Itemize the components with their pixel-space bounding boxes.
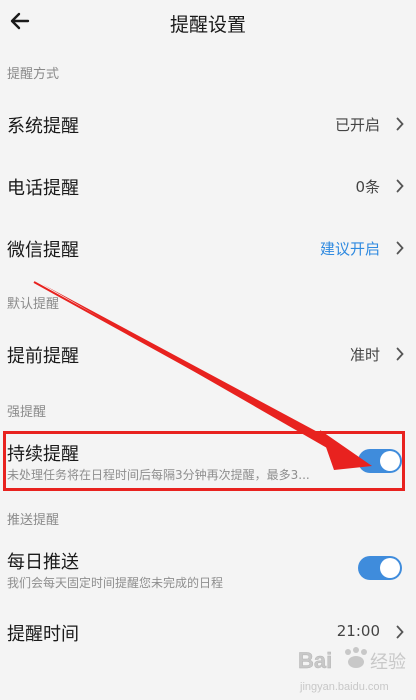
section-default-reminder: 默认提醒 xyxy=(7,297,60,312)
continuous-reminder-row: 持续提醒 未处理任务将在日程时间后每隔3分钟再次提醒，最多3... xyxy=(0,434,416,488)
advance-reminder-value: 准时 xyxy=(349,346,380,364)
page-title: 提醒设置 xyxy=(169,14,246,36)
advance-reminder-row[interactable]: 提前提醒 准时 xyxy=(0,324,416,384)
chevron-right-icon xyxy=(396,117,404,131)
svg-text:Bai: Bai xyxy=(298,648,332,673)
daily-push-row: 每日推送 我们会每天固定时间提醒您未完成的日程 xyxy=(0,542,416,598)
daily-push-toggle[interactable] xyxy=(358,556,402,580)
svg-text:经验: 经验 xyxy=(370,652,406,672)
system-reminder-label: 系统提醒 xyxy=(7,116,79,137)
daily-push-label: 每日推送 xyxy=(7,552,79,573)
chevron-right-icon xyxy=(396,241,404,255)
daily-push-description: 我们会每天固定时间提醒您未完成的日程 xyxy=(7,576,224,590)
section-strong-reminder: 强提醒 xyxy=(7,405,47,420)
system-reminder-value: 已开启 xyxy=(334,116,380,134)
continuous-reminder-description: 未处理任务将在日程时间后每隔3分钟再次提醒，最多3... xyxy=(7,468,310,482)
top-bar: 提醒设置 xyxy=(0,0,416,44)
system-reminder-row[interactable]: 系统提醒 已开启 xyxy=(0,94,416,154)
toggle-knob xyxy=(380,451,400,471)
wechat-reminder-value[interactable]: 建议开启 xyxy=(320,238,380,259)
continuous-reminder-toggle[interactable] xyxy=(358,449,402,473)
reminder-time-value: 21:00 xyxy=(336,622,380,640)
phone-reminder-row[interactable]: 电话提醒 0条 xyxy=(0,156,416,216)
section-reminder-method: 提醒方式 xyxy=(7,67,60,82)
phone-reminder-label: 电话提醒 xyxy=(7,178,79,199)
baidu-jingyan-watermark: Bai 经验 jingyan.baidu.com xyxy=(298,647,406,693)
wechat-reminder-row[interactable]: 微信提醒 建议开启 xyxy=(0,218,416,278)
chevron-right-icon xyxy=(396,625,404,639)
continuous-reminder-label: 持续提醒 xyxy=(7,444,79,465)
advance-reminder-label: 提前提醒 xyxy=(7,346,79,367)
section-push-reminder: 推送提醒 xyxy=(7,513,60,528)
reminder-time-label: 提醒时间 xyxy=(7,624,79,645)
chevron-right-icon xyxy=(396,179,404,193)
chevron-right-icon xyxy=(396,347,404,361)
phone-reminder-value: 0条 xyxy=(355,178,380,196)
toggle-knob xyxy=(380,558,400,578)
wechat-reminder-label: 微信提醒 xyxy=(7,240,79,261)
svg-text:jingyan.baidu.com: jingyan.baidu.com xyxy=(299,681,389,693)
